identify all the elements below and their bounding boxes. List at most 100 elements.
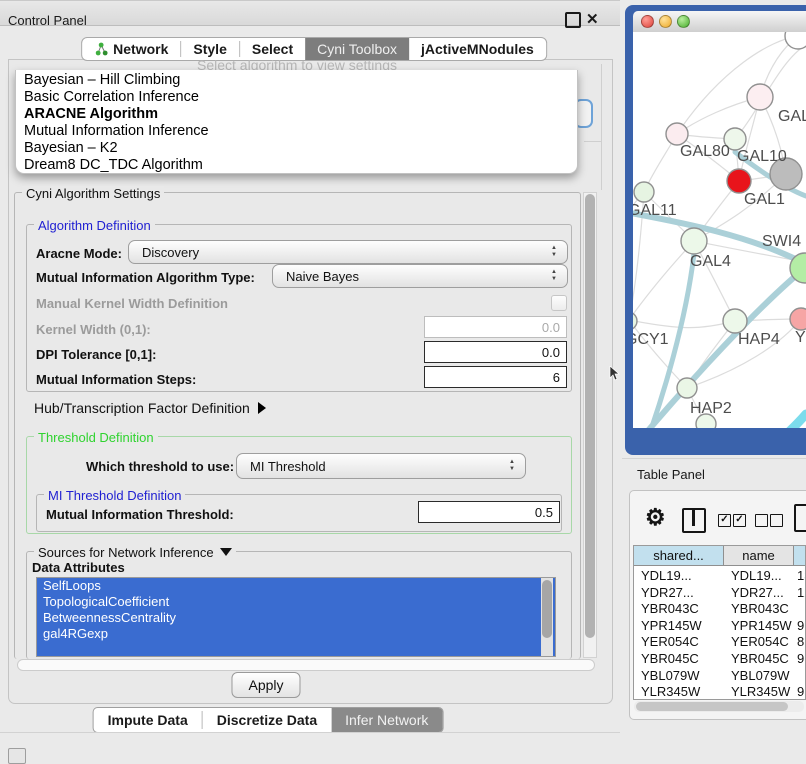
table-cell[interactable]: YDR27... — [634, 584, 724, 601]
which-threshold-label: Which threshold to use: — [86, 459, 234, 474]
mi-steps-label: Mutual Information Steps: — [36, 372, 196, 387]
network-node-gal11[interactable] — [634, 182, 654, 202]
algorithm-option[interactable]: Bayesian – K2 — [16, 140, 577, 157]
mi-steps-field[interactable]: 6 — [424, 366, 567, 388]
table-cell[interactable]: YER054C — [634, 633, 724, 650]
settings-horizontal-scrollbar[interactable] — [17, 659, 595, 671]
close-traffic-light-icon[interactable] — [641, 15, 654, 28]
settings-vertical-scrollbar-thumb[interactable] — [585, 194, 595, 638]
algorithm-definition-title: Algorithm Definition — [34, 218, 155, 233]
table-cell[interactable]: 9. — [794, 650, 806, 667]
attr-list-scrollbar-thumb[interactable] — [542, 580, 552, 638]
table-cell[interactable]: YPR145W — [634, 617, 724, 634]
document-icon[interactable] — [794, 504, 806, 532]
network-node-label: HAP4 — [738, 331, 780, 348]
table-cell[interactable]: YDR27... — [724, 584, 794, 601]
close-icon[interactable]: ✕ — [586, 10, 599, 28]
control-panel-titlebar — [0, 0, 620, 26]
table-cell[interactable]: 8. — [794, 633, 806, 650]
tab-label: Select — [252, 41, 293, 57]
kernel-width-label: Kernel Width (0,1): — [36, 322, 151, 337]
table-cell[interactable]: YBR045C — [724, 650, 794, 667]
table-cell[interactable]: YBR043C — [724, 600, 794, 617]
sources-title[interactable]: Sources for Network Inference — [34, 545, 236, 560]
hub-definition-toggle[interactable]: Hub/Transcription Factor Definition — [34, 400, 266, 416]
table-cell[interactable]: YDL19... — [724, 567, 794, 584]
bottom-tab-discretize-data[interactable]: Discretize Data — [203, 708, 331, 732]
network-node-gal[interactable] — [747, 84, 773, 110]
column-header-shared[interactable]: shared... — [634, 546, 724, 566]
table-cell[interactable]: YBL079W — [724, 667, 794, 684]
algorithm-option[interactable]: Dream8 DC_TDC Algorithm — [16, 157, 577, 174]
column-header-hidden[interactable] — [794, 546, 806, 566]
mi-threshold-field[interactable]: 0.5 — [418, 501, 560, 523]
table-scrollbar-thumb[interactable] — [636, 702, 788, 711]
network-edge[interactable] — [758, 414, 806, 428]
network-node-hap2[interactable] — [677, 378, 697, 398]
table-cell[interactable]: YPR145W — [724, 617, 794, 634]
manual-kernel-checkbox[interactable] — [551, 295, 567, 311]
table-cell[interactable]: 9. — [794, 683, 806, 700]
network-node[interactable] — [785, 32, 806, 49]
combo-spinner-icon: ▲▼ — [550, 269, 558, 283]
tab-jactivemnodules[interactable]: jActiveMNodules — [409, 38, 546, 60]
collapse-down-icon — [220, 548, 232, 556]
hidden-group-line — [584, 141, 601, 142]
network-canvas[interactable]: GALGAL80GAL10GAL1GAL11SWI4GAL4GCY1HAP4YH… — [633, 32, 806, 428]
algorithm-option[interactable]: Bayesian – Hill Climbing — [16, 72, 577, 89]
table-cell[interactable]: YBR045C — [634, 650, 724, 667]
gear-icon[interactable]: ⚙ — [645, 504, 666, 531]
network-node-gcy1[interactable] — [633, 312, 637, 330]
data-attributes-list[interactable]: SelfLoopsTopologicalCoefficientBetweenne… — [36, 577, 556, 657]
tab-network[interactable]: Network — [82, 38, 180, 60]
network-node-label: GCY1 — [633, 331, 669, 348]
mi-threshold-label: Mutual Information Threshold: — [46, 507, 234, 522]
table-cell[interactable]: YDL19... — [634, 567, 724, 584]
network-node-y[interactable] — [790, 308, 806, 330]
attribute-list-item[interactable]: BetweennessCentrality — [37, 610, 555, 626]
algorithm-option[interactable]: ARACNE Algorithm — [16, 106, 577, 123]
algorithm-option[interactable]: Basic Correlation Inference — [16, 89, 577, 106]
network-node-gal80[interactable] — [666, 123, 688, 145]
unchecked-checkbox-icon[interactable] — [755, 514, 768, 527]
tab-label: Style — [193, 41, 226, 57]
network-node-gal1[interactable] — [727, 169, 751, 193]
table-cell[interactable]: YLR345W — [634, 683, 724, 700]
table-cell[interactable]: YBR043C — [634, 600, 724, 617]
table-cell[interactable] — [794, 600, 806, 617]
attribute-list-item[interactable] — [37, 642, 555, 657]
which-threshold-combo[interactable]: MI Threshold ▲▼ — [236, 453, 526, 479]
apply-button[interactable]: Apply — [231, 672, 300, 698]
checked-checkbox-icon[interactable]: ✓ — [718, 514, 731, 527]
mi-type-combo[interactable]: Naive Bayes ▲▼ — [272, 264, 568, 288]
network-node-label: GAL10 — [737, 148, 787, 165]
bottom-tab-infer-network[interactable]: Infer Network — [331, 708, 442, 732]
split-columns-icon[interactable] — [682, 508, 706, 533]
dpi-tolerance-field[interactable]: 0.0 — [424, 341, 567, 363]
bottom-tab-impute-data[interactable]: Impute Data — [94, 708, 202, 732]
network-graph: GALGAL80GAL10GAL1GAL11SWI4GAL4GCY1HAP4YH… — [633, 32, 806, 428]
minimize-traffic-light-icon[interactable] — [659, 15, 672, 28]
node-table[interactable]: shared...nameYDL19...YDL19...13YDR27...Y… — [633, 545, 806, 700]
zoom-traffic-light-icon[interactable] — [677, 15, 690, 28]
table-cell[interactable]: YLR345W — [724, 683, 794, 700]
float-window-icon[interactable] — [565, 12, 581, 28]
checked-checkbox-icon[interactable]: ✓ — [733, 514, 746, 527]
table-cell[interactable]: 13 — [794, 567, 806, 584]
network-node-hap4[interactable] — [723, 309, 747, 333]
unchecked-checkbox-icon[interactable] — [770, 514, 783, 527]
kernel-width-field[interactable]: 0.0 — [424, 316, 567, 338]
algorithm-option[interactable]: Mutual Information Inference — [16, 123, 577, 140]
network-node-gal4[interactable] — [681, 228, 707, 254]
attribute-list-item[interactable]: gal4RGexp — [37, 626, 555, 642]
table-cell[interactable]: 12 — [794, 584, 806, 601]
attribute-list-item[interactable]: SelfLoops — [37, 578, 555, 594]
column-header-name[interactable]: name — [724, 546, 794, 566]
table-cell[interactable]: 9. — [794, 617, 806, 634]
screen: { "colors": { "blue_title": "#1f1fd2", "… — [0, 0, 806, 762]
table-cell[interactable]: YER054C — [724, 633, 794, 650]
table-cell[interactable]: YBL079W — [634, 667, 724, 684]
attribute-list-item[interactable]: TopologicalCoefficient — [37, 594, 555, 610]
table-cell[interactable] — [794, 667, 806, 684]
aracne-mode-combo[interactable]: Discovery ▲▼ — [128, 240, 568, 264]
